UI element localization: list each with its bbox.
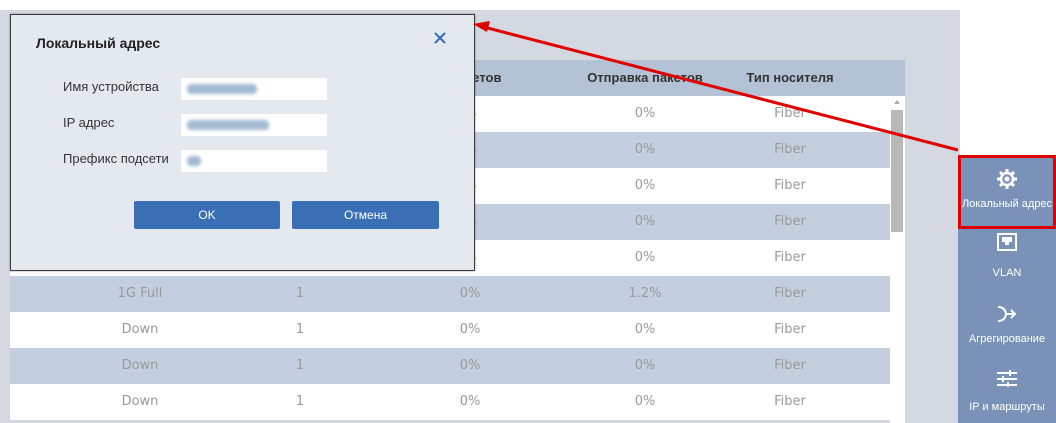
- table-row: Down 1 0% 0% Fiber: [10, 384, 890, 420]
- nav-item-vlan[interactable]: VLAN: [958, 231, 1056, 297]
- cell-send: 0%: [634, 214, 656, 229]
- nav-label-ip-routes: IP и маршруты: [969, 401, 1045, 413]
- local-address-dialog: Локальный адрес Имя устройства IP адрес …: [10, 14, 475, 271]
- nav-label-vlan: VLAN: [992, 267, 1022, 279]
- scroll-thumb[interactable]: [891, 110, 903, 232]
- nav-label-aggregation: Агрегирование: [968, 333, 1046, 345]
- cell-count: 1: [295, 286, 305, 301]
- cell-send: 0%: [634, 322, 656, 337]
- nav-item-ip-routes[interactable]: IP и маршруты: [958, 363, 1056, 423]
- cell-send: 0%: [634, 250, 656, 265]
- cell-media: Fiber: [774, 322, 806, 337]
- device-name-label: Имя устройства: [63, 79, 159, 94]
- table-row: 1G Full 1 0% 1.2% Fiber: [10, 276, 890, 312]
- ip-address-label: IP адрес: [63, 115, 115, 130]
- column-header-media: Тип носителя: [746, 70, 834, 85]
- subnet-prefix-label: Префикс подсети: [63, 151, 169, 166]
- cell-media: Fiber: [774, 358, 806, 373]
- cell-media: Fiber: [774, 178, 806, 193]
- scroll-up-arrow-icon[interactable]: [894, 100, 900, 104]
- table-row: Down 1 0% 0% Fiber: [10, 348, 890, 384]
- cell-send: 1.2%: [628, 286, 662, 301]
- cell-send: 0%: [634, 142, 656, 157]
- subnet-prefix-field[interactable]: [181, 150, 327, 172]
- table-scrollbar[interactable]: [890, 96, 905, 423]
- cell-count: 1: [295, 322, 305, 337]
- sliders-icon: [997, 370, 1017, 387]
- cell-status: 1G Full: [117, 286, 163, 301]
- cell-media: Fiber: [774, 214, 806, 229]
- app-window: акетов Отправка пакетов Тип носителя %0%…: [0, 0, 1056, 423]
- cell-status: Down: [121, 322, 159, 337]
- ethernet-port-icon: [997, 233, 1017, 251]
- ip-address-field[interactable]: [181, 114, 327, 136]
- cell-media: Fiber: [774, 142, 806, 157]
- nav-item-local-address[interactable]: Локальный адрес: [958, 155, 1056, 229]
- nav-item-aggregation[interactable]: Агрегирование: [958, 297, 1056, 363]
- cell-send: 0%: [634, 106, 656, 121]
- cell-media: Fiber: [774, 394, 806, 409]
- ok-button[interactable]: OK: [134, 201, 280, 229]
- table-row: Down 1 0% 0% Fiber: [10, 312, 890, 348]
- subnet-prefix-value: [187, 156, 201, 166]
- right-sidebar: Локальный адрес VLAN Агрегирование IP и …: [958, 155, 1056, 423]
- cell-count: 1: [295, 358, 305, 373]
- cell-media: Fiber: [774, 106, 806, 121]
- device-name-field[interactable]: [181, 78, 327, 100]
- dialog-title: Локальный адрес: [36, 35, 161, 51]
- ip-address-value: [187, 120, 269, 130]
- cell-receive: 0%: [459, 358, 481, 373]
- nav-label-local-address: Локальный адрес: [961, 198, 1053, 210]
- cell-status: Down: [121, 358, 159, 373]
- close-icon[interactable]: [429, 27, 451, 49]
- cell-send: 0%: [634, 394, 656, 409]
- gear-icon: [997, 169, 1017, 189]
- cell-receive: 0%: [459, 286, 481, 301]
- cell-count: 1: [295, 394, 305, 409]
- cell-send: 0%: [634, 358, 656, 373]
- merge-arrow-icon: [997, 306, 1017, 322]
- device-name-value: [187, 84, 257, 94]
- cell-media: Fiber: [774, 250, 806, 265]
- column-header-send: Отправка пакетов: [587, 70, 703, 85]
- cell-receive: 0%: [459, 394, 481, 409]
- cancel-button[interactable]: Отмена: [292, 201, 439, 229]
- cell-send: 0%: [634, 178, 656, 193]
- cell-status: Down: [121, 394, 159, 409]
- cell-receive: 0%: [459, 322, 481, 337]
- cell-media: Fiber: [774, 286, 806, 301]
